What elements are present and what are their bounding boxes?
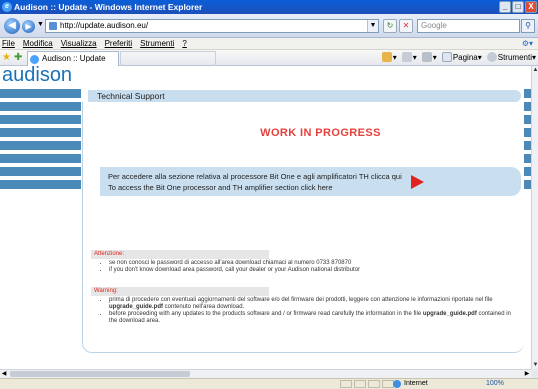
add-favorites-icon[interactable]: ✚	[14, 53, 22, 63]
nav-stripe[interactable]	[0, 154, 81, 163]
new-tab-button[interactable]	[120, 51, 216, 66]
favorites-star-icon[interactable]: ★	[2, 53, 11, 63]
tab-audison-update[interactable]: Audison :: Update	[27, 51, 119, 66]
search-input[interactable]: Google	[417, 19, 520, 33]
home-button[interactable]: ▾	[381, 52, 397, 64]
menu-help[interactable]: ?	[182, 38, 186, 49]
nav-stripe[interactable]	[0, 89, 81, 98]
warning-text: prima di procedere con eventuali aggiorn…	[109, 297, 493, 303]
warning-heading: Warning:	[91, 287, 269, 296]
attention-item: se non conosci le password di accesso al…	[109, 260, 360, 267]
upgrade-guide-filename: upgrade_guide.pdf	[109, 304, 163, 310]
status-cells	[340, 380, 394, 388]
right-stripe	[524, 115, 531, 124]
scroll-thumb[interactable]	[10, 371, 190, 377]
feeds-icon	[401, 52, 412, 62]
right-stripe	[524, 141, 531, 150]
vertical-scrollbar[interactable]: ▲ ▼	[531, 66, 538, 369]
scroll-down-icon[interactable]: ▼	[532, 361, 538, 369]
tab-ie-icon	[30, 55, 39, 64]
window-controls: _ □ X	[499, 1, 537, 13]
security-zone[interactable]: Internet	[392, 379, 428, 389]
warning-text: before proceeding with any updates to th…	[109, 311, 423, 317]
nav-stripe[interactable]	[0, 115, 81, 124]
feeds-button[interactable]: ▾	[401, 52, 417, 64]
status-cell	[368, 380, 380, 388]
ie-logo-icon: e	[2, 2, 12, 12]
forward-button[interactable]: ▶	[22, 20, 35, 33]
bitone-link-box[interactable]: Per accedere alla sezione relativa al pr…	[100, 167, 521, 196]
nav-stripe[interactable]	[0, 167, 81, 176]
toolbar-extra-icon[interactable]: ⚙▾	[522, 38, 533, 50]
audison-logo[interactable]: audison	[2, 66, 72, 87]
warning-item: before proceeding with any updates to th…	[109, 311, 515, 325]
page-icon	[49, 22, 57, 30]
print-button[interactable]: ▾	[421, 52, 437, 64]
bitone-text-en: To access the Bit One processor and TH a…	[108, 183, 333, 192]
section-header: Technical Support	[88, 90, 521, 102]
search-icon[interactable]: ⚲	[521, 19, 535, 33]
print-icon	[421, 52, 432, 62]
page-content: audison Technical Support WORK IN PROGRE…	[0, 66, 531, 369]
tools-gear-icon	[486, 52, 497, 62]
menu-visualizza[interactable]: Visualizza	[61, 38, 97, 49]
upgrade-guide-filename: upgrade_guide.pdf	[422, 311, 477, 317]
status-cell	[340, 380, 352, 388]
attention-list: se non conosci le password di accesso al…	[100, 260, 360, 274]
right-stripe	[524, 154, 531, 163]
address-toolbar: ◀ ▶ ▼ http://update.audison.eu/ ▼ ↻ ✕ Go…	[0, 14, 538, 38]
menu-strumenti[interactable]: Strumenti	[140, 38, 174, 49]
home-icon	[381, 52, 392, 62]
window-titlebar: e Audison :: Update - Windows Internet E…	[0, 0, 538, 14]
tools-menu-button[interactable]: Strumenti▾	[486, 52, 536, 64]
address-url: http://update.audison.eu/	[60, 21, 149, 30]
bitone-text-it: Per accedere alla sezione relativa al pr…	[108, 172, 402, 181]
nav-stripe[interactable]	[0, 102, 81, 111]
address-input[interactable]: http://update.audison.eu/ ▼	[45, 19, 379, 33]
page-menu-label: Pagina	[452, 53, 478, 62]
page-menu-icon	[441, 52, 452, 62]
right-stripe	[524, 167, 531, 176]
status-cell	[354, 380, 366, 388]
close-button[interactable]: X	[525, 1, 537, 13]
right-stripe	[524, 180, 531, 189]
back-button[interactable]: ◀	[4, 18, 20, 34]
stop-icon[interactable]: ✕	[399, 19, 413, 33]
address-dropdown-icon[interactable]: ▼	[367, 20, 378, 32]
right-stripe	[524, 102, 531, 111]
tab-label: Audison :: Update	[42, 54, 106, 63]
command-bar: ▾ ▾ ▾ Pagina▾ Strumenti▾	[381, 52, 536, 64]
zoom-level[interactable]: 100%	[486, 379, 504, 389]
maximize-button[interactable]: □	[512, 1, 524, 13]
page-menu-button[interactable]: Pagina▾	[441, 52, 482, 64]
attention-item: if you don't know download area password…	[109, 267, 360, 274]
work-in-progress-title: WORK IN PROGRESS	[260, 127, 381, 139]
attention-heading: Attenzione:	[91, 250, 269, 259]
minimize-button[interactable]: _	[499, 1, 511, 13]
warning-item: prima di procedere con eventuali aggiorn…	[109, 297, 515, 311]
menu-preferiti[interactable]: Preferiti	[105, 38, 133, 49]
refresh-icon[interactable]: ↻	[383, 19, 397, 33]
nav-stripe[interactable]	[0, 180, 81, 189]
warning-list: prima di procedere con eventuali aggiorn…	[100, 297, 515, 325]
menu-bar: File Modifica Visualizza Preferiti Strum…	[0, 38, 538, 50]
menu-file[interactable]: File	[2, 38, 15, 49]
menu-modifica[interactable]: Modifica	[23, 38, 53, 49]
left-nav-stripes	[0, 89, 81, 193]
nav-stripe[interactable]	[0, 141, 81, 150]
horizontal-scrollbar[interactable]: ◀ ▶	[0, 369, 531, 378]
zone-label: Internet	[404, 380, 428, 387]
play-arrow-icon[interactable]	[411, 175, 424, 189]
warning-text: contenuto nell'area download.	[163, 304, 245, 310]
scroll-up-icon[interactable]: ▲	[532, 66, 538, 74]
right-stripe	[524, 89, 531, 98]
tools-menu-label: Strumenti	[497, 53, 532, 62]
scroll-corner	[531, 369, 538, 378]
history-dropdown-icon[interactable]: ▼	[37, 21, 44, 28]
status-bar: Internet 100%	[0, 378, 538, 389]
globe-icon	[393, 380, 401, 388]
tab-bar: ★ ✚ Audison :: Update ▾ ▾ ▾ Pagina▾ Stru…	[0, 50, 538, 66]
window-title: Audison :: Update - Windows Internet Exp…	[14, 2, 203, 12]
